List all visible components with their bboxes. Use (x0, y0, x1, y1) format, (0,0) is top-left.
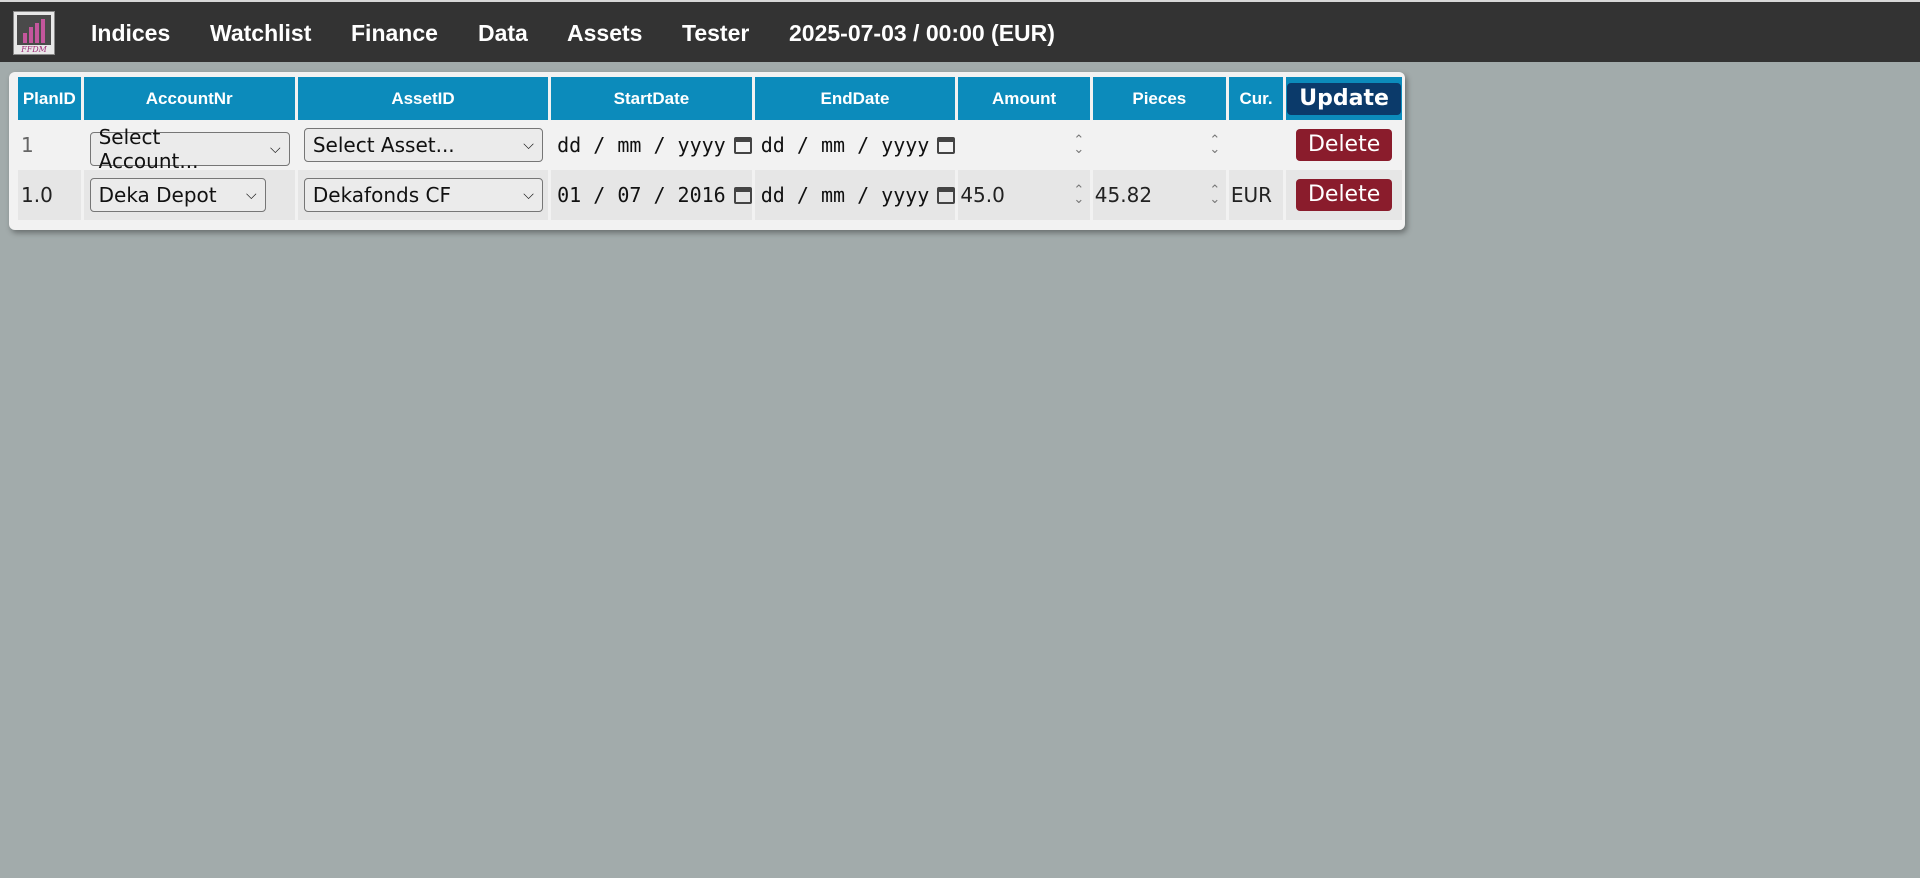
plan-id-cell: 1 (21, 133, 34, 157)
amount-cell: 45.0 ⌃ ⌄ (958, 170, 1090, 220)
col-assetid: AssetID (297, 77, 549, 120)
chevron-down-icon: ⌵ (523, 187, 534, 203)
col-startdate: StartDate (551, 77, 752, 120)
col-planid: PlanID (18, 77, 81, 120)
start-date-day[interactable]: dd (557, 133, 581, 157)
asset-select[interactable]: Select Asset... ⌵ (303, 128, 543, 162)
start-date-cell: 01 / 07 / 2016 (551, 170, 752, 220)
chevron-down-icon: ⌵ (523, 137, 534, 153)
end-date-year[interactable]: yyyy (881, 183, 929, 207)
col-enddate: EndDate (754, 77, 956, 120)
asset-select[interactable]: Dekafonds CF ⌵ (303, 178, 543, 212)
col-amount: Amount (958, 77, 1090, 120)
amount-cell: ⌃ ⌄ (958, 120, 1089, 170)
pieces-cell: 45.82 ⌃ ⌄ (1092, 170, 1226, 220)
currency-cell (1229, 120, 1283, 170)
amount-input[interactable]: ⌃ ⌄ (958, 134, 1089, 156)
nav-assets[interactable]: Assets (567, 20, 642, 47)
spinner-icon[interactable]: ⌃ ⌄ (1208, 184, 1222, 206)
account-cell: Select Account... ⌵ (84, 120, 295, 173)
ffdm-logo[interactable]: FFDM (13, 11, 55, 55)
col-actions: Update (1286, 77, 1402, 120)
plan-id-cell: 1.0 (18, 170, 81, 220)
chevron-down-icon: ⌵ (245, 187, 257, 203)
chevron-down-icon: ⌵ (269, 140, 281, 157)
account-select[interactable]: Deka Depot ⌵ (89, 178, 266, 212)
pieces-value: 45.82 (1094, 183, 1153, 207)
end-date-input[interactable]: dd / mm / yyyy (755, 133, 956, 157)
nav-indices[interactable]: Indices (91, 20, 170, 47)
asset-select-value: Select Asset... (312, 133, 455, 157)
calendar-icon[interactable] (937, 186, 956, 204)
nav-finance[interactable]: Finance (351, 20, 438, 47)
end-date-year[interactable]: yyyy (881, 133, 929, 157)
start-date-cell: dd / mm / yyyy (551, 120, 752, 170)
nav-data[interactable]: Data (478, 20, 528, 47)
start-date-month[interactable]: 07 (617, 183, 641, 207)
table-row: 1.0 Deka Depot ⌵ Dekafonds CF ⌵ 01 / 07 … (18, 170, 1402, 220)
amount-input[interactable]: 45.0 ⌃ ⌄ (958, 183, 1089, 207)
col-currency: Cur. (1228, 77, 1284, 120)
calendar-icon[interactable] (733, 136, 752, 154)
nav-tester[interactable]: Tester (682, 20, 749, 47)
pieces-input[interactable]: 45.82 ⌃ ⌄ (1093, 183, 1226, 207)
calendar-icon[interactable] (733, 186, 752, 204)
start-date-year[interactable]: 2016 (678, 183, 726, 207)
account-select-value: Select Account... (98, 124, 199, 173)
end-date-day[interactable]: dd (761, 183, 785, 207)
nav-watchlist[interactable]: Watchlist (210, 20, 311, 47)
asset-select-value: Dekafonds CF (312, 183, 451, 207)
actions-cell: Delete (1286, 170, 1402, 220)
end-date-cell: dd / mm / yyyy (754, 170, 956, 220)
actions-cell: Delete (1286, 120, 1402, 170)
start-date-input[interactable]: 01 / 07 / 2016 (551, 183, 752, 207)
spinner-icon[interactable]: ⌃ ⌄ (1072, 134, 1086, 156)
logo-chart-icon (17, 15, 51, 45)
delete-button[interactable]: Delete (1295, 129, 1393, 161)
table-row-new: 1 Select Account... ⌵ Select Asset... ⌵ … (18, 120, 1402, 173)
spinner-icon[interactable]: ⌃ ⌄ (1208, 134, 1222, 156)
date-status: 2025-07-03 / 00:00 (EUR) (789, 20, 1055, 46)
pieces-cell: ⌃ ⌄ (1093, 120, 1226, 170)
end-date-input[interactable]: dd / mm / yyyy (755, 183, 956, 207)
end-date-day[interactable]: dd (761, 133, 785, 157)
col-pieces: Pieces (1092, 77, 1226, 120)
account-select[interactable]: Select Account... ⌵ (89, 125, 290, 173)
start-date-month[interactable]: mm (617, 133, 641, 157)
pieces-input[interactable]: ⌃ ⌄ (1093, 134, 1226, 156)
table-header-row: PlanID AccountNr AssetID StartDate EndDa… (18, 77, 1402, 120)
account-cell: Deka Depot ⌵ (83, 170, 295, 220)
asset-cell: Dekafonds CF ⌵ (297, 170, 549, 220)
update-button[interactable]: Update (1287, 82, 1401, 115)
start-date-input[interactable]: dd / mm / yyyy (551, 133, 752, 157)
start-date-year[interactable]: yyyy (678, 133, 726, 157)
end-date-month[interactable]: mm (821, 183, 845, 207)
col-accountnr: AccountNr (83, 77, 295, 120)
top-nav-bar: FFDM Indices Watchlist Finance Data Asse… (0, 0, 1920, 62)
currency-cell: EUR (1228, 170, 1284, 220)
savings-plan-panel: PlanID AccountNr AssetID StartDate EndDa… (9, 72, 1405, 230)
account-select-value: Deka Depot (98, 183, 217, 207)
start-date-day[interactable]: 01 (557, 183, 581, 207)
savings-plan-table: PlanID AccountNr AssetID StartDate EndDa… (15, 77, 1405, 220)
calendar-icon[interactable] (937, 136, 956, 154)
end-date-cell: dd / mm / yyyy (755, 120, 956, 170)
logo-text: FFDM (21, 45, 47, 54)
end-date-month[interactable]: mm (821, 133, 845, 157)
asset-cell: Select Asset... ⌵ (298, 120, 548, 170)
delete-button[interactable]: Delete (1295, 179, 1393, 211)
amount-value: 45.0 (960, 183, 1005, 207)
spinner-icon[interactable]: ⌃ ⌄ (1072, 184, 1086, 206)
